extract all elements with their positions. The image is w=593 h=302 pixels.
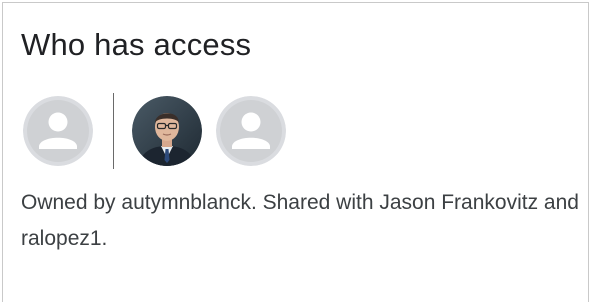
default-user-icon [216,96,286,166]
user-photo [132,96,202,166]
who-has-access-panel: Who has access Owned by autymnblanck. Sh… [2,2,589,302]
owner-divider [113,93,114,169]
default-user-icon [23,96,93,166]
panel-title: Who has access [21,27,252,62]
access-description: Owned by autymnblanck. Shared with Jason… [21,191,579,250]
shared-user-avatar-photo[interactable] [132,96,202,166]
owner-avatar[interactable] [23,96,93,166]
shared-user-avatar-default[interactable] [216,96,286,166]
access-avatars [23,93,286,169]
